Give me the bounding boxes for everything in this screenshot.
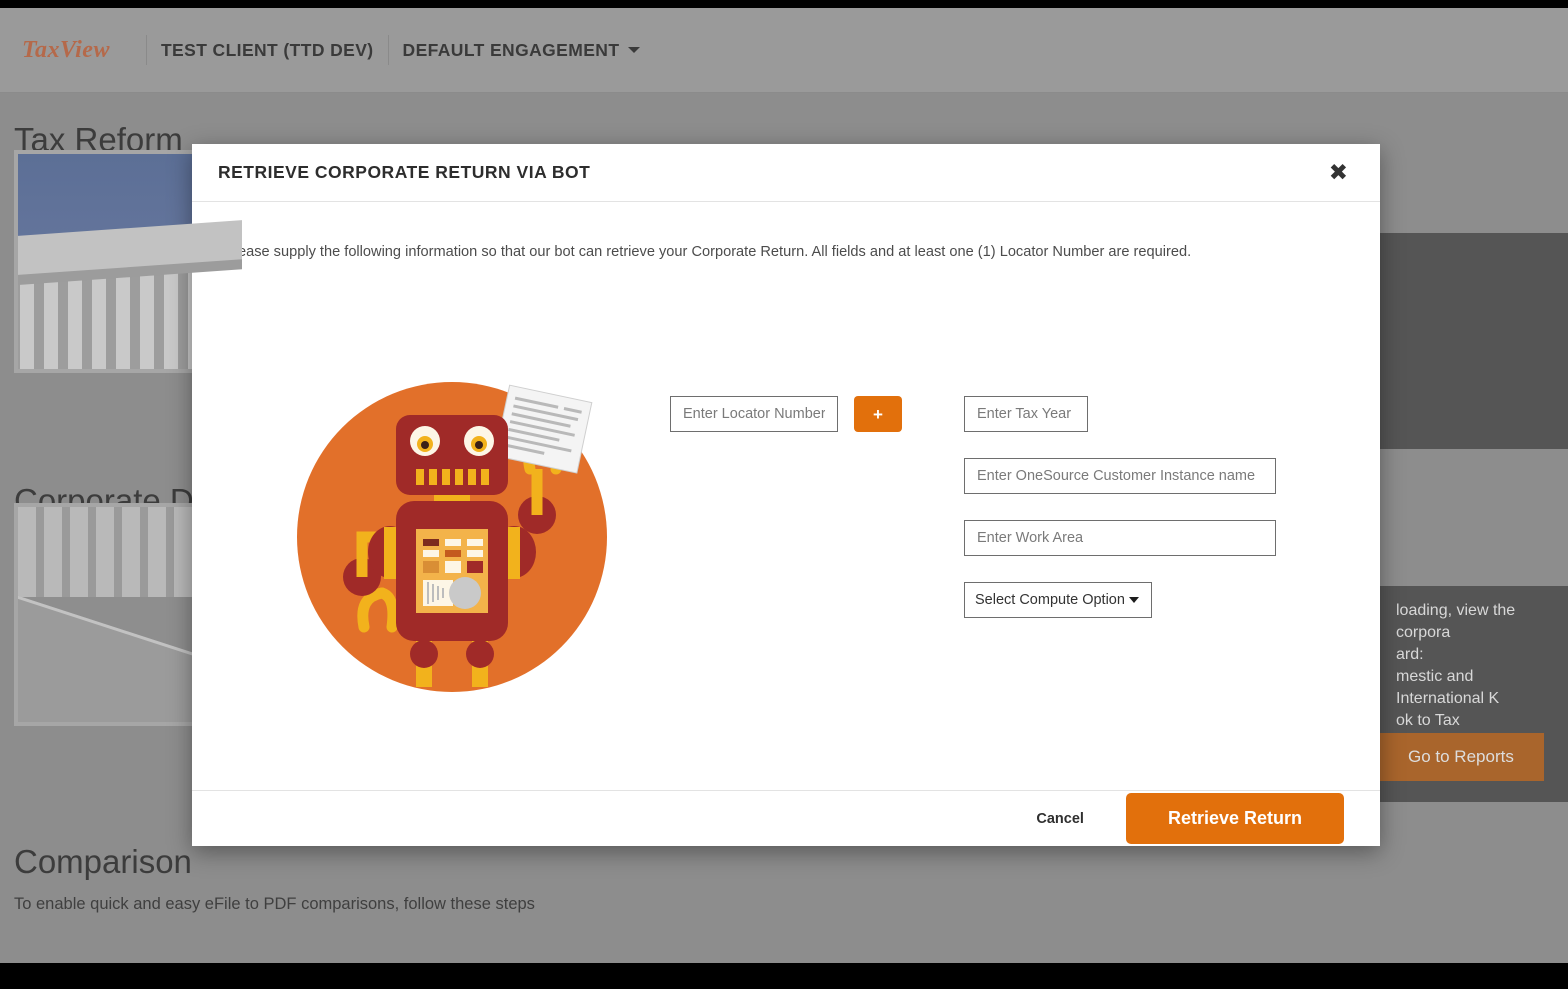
right-fields-column: Select Compute Option <box>964 396 1276 618</box>
modal-footer: Cancel Retrieve Return <box>192 790 1380 846</box>
onesource-instance-input[interactable] <box>964 458 1276 494</box>
retrieve-return-form: + Select Compute Option <box>670 396 1330 432</box>
bottom-black-bar <box>0 963 1568 981</box>
top-black-bar <box>0 0 1568 8</box>
tax-year-input[interactable] <box>964 396 1088 432</box>
field-gap-1 <box>964 432 1276 458</box>
robot-illustration <box>292 377 612 697</box>
compute-option-select-wrap: Select Compute Option <box>964 582 1152 618</box>
add-locator-button[interactable]: + <box>854 396 902 432</box>
modal-header: RETRIEVE CORPORATE RETURN VIA BOT ✖ <box>192 144 1380 202</box>
locator-number-input[interactable] <box>670 396 838 432</box>
cancel-button[interactable]: Cancel <box>1036 811 1084 827</box>
field-gap-3 <box>964 556 1276 582</box>
modal-title: RETRIEVE CORPORATE RETURN VIA BOT <box>218 162 590 183</box>
modal-instructions: Please supply the following information … <box>192 202 1380 260</box>
retrieve-return-button[interactable]: Retrieve Return <box>1126 793 1344 844</box>
field-gap-2 <box>964 494 1276 520</box>
locator-row: + Select Compute Option <box>670 396 1330 432</box>
retrieve-return-modal: RETRIEVE CORPORATE RETURN VIA BOT ✖ Plea… <box>192 144 1380 846</box>
modal-body: Please supply the following information … <box>192 202 1380 790</box>
screenshot-root: TaxView TEST CLIENT (TTD DEV) DEFAULT EN… <box>0 0 1568 989</box>
close-icon[interactable]: ✖ <box>1323 157 1354 188</box>
compute-option-select[interactable]: Select Compute Option <box>964 582 1152 618</box>
work-area-input[interactable] <box>964 520 1276 556</box>
